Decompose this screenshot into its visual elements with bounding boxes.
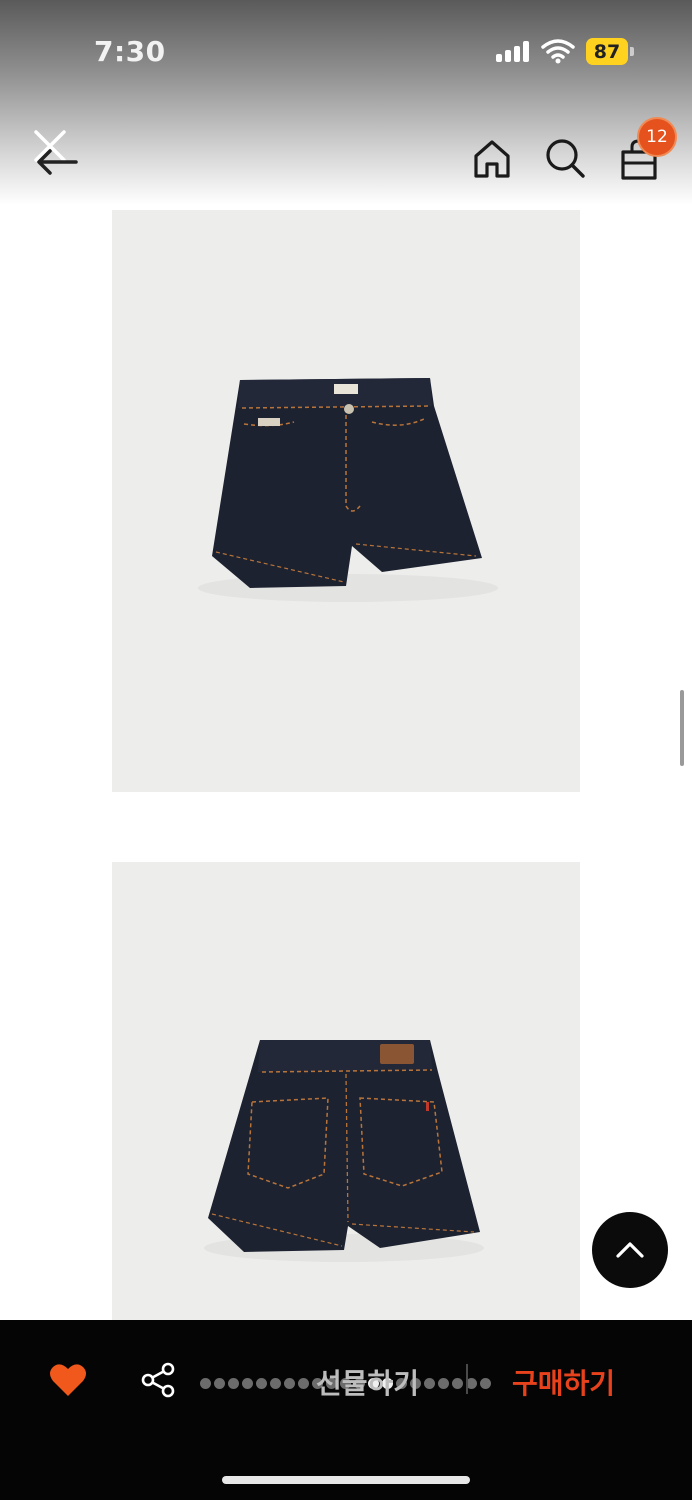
share-icon[interactable] <box>140 1362 176 1398</box>
denim-shorts-back-illustration <box>112 862 580 1332</box>
search-icon[interactable] <box>543 136 587 180</box>
cart-count-badge: 12 <box>637 117 677 157</box>
gift-button[interactable]: 선물하기 <box>316 1362 419 1402</box>
back-close-icon[interactable] <box>28 124 84 180</box>
battery-level: 87 <box>593 40 621 63</box>
battery-tip <box>630 47 634 56</box>
product-image-back[interactable] <box>112 862 580 1332</box>
button-divider <box>466 1364 468 1394</box>
chevron-up-icon <box>616 1242 644 1258</box>
buy-button[interactable]: 구매하기 <box>512 1362 615 1402</box>
wifi-icon <box>541 39 575 64</box>
nav-bar <box>0 110 692 200</box>
signal-icon <box>496 40 532 62</box>
scroll-to-top-button[interactable] <box>592 1212 668 1288</box>
heart-icon[interactable] <box>48 1360 88 1400</box>
home-indicator[interactable] <box>222 1476 470 1484</box>
home-icon[interactable] <box>470 136 514 180</box>
bottom-action-bar: 선물하기 구매하기 <box>0 1320 692 1500</box>
scroll-indicator[interactable] <box>680 690 684 766</box>
product-image-front[interactable] <box>112 210 580 792</box>
status-bar: 7:30 87 <box>0 0 692 100</box>
status-time: 7:30 <box>94 35 166 68</box>
battery-icon: 87 <box>586 38 628 65</box>
product-detail-screen: 7:30 87 12 선물하기 구매하기 <box>0 0 692 1500</box>
denim-shorts-front-illustration <box>112 210 580 792</box>
